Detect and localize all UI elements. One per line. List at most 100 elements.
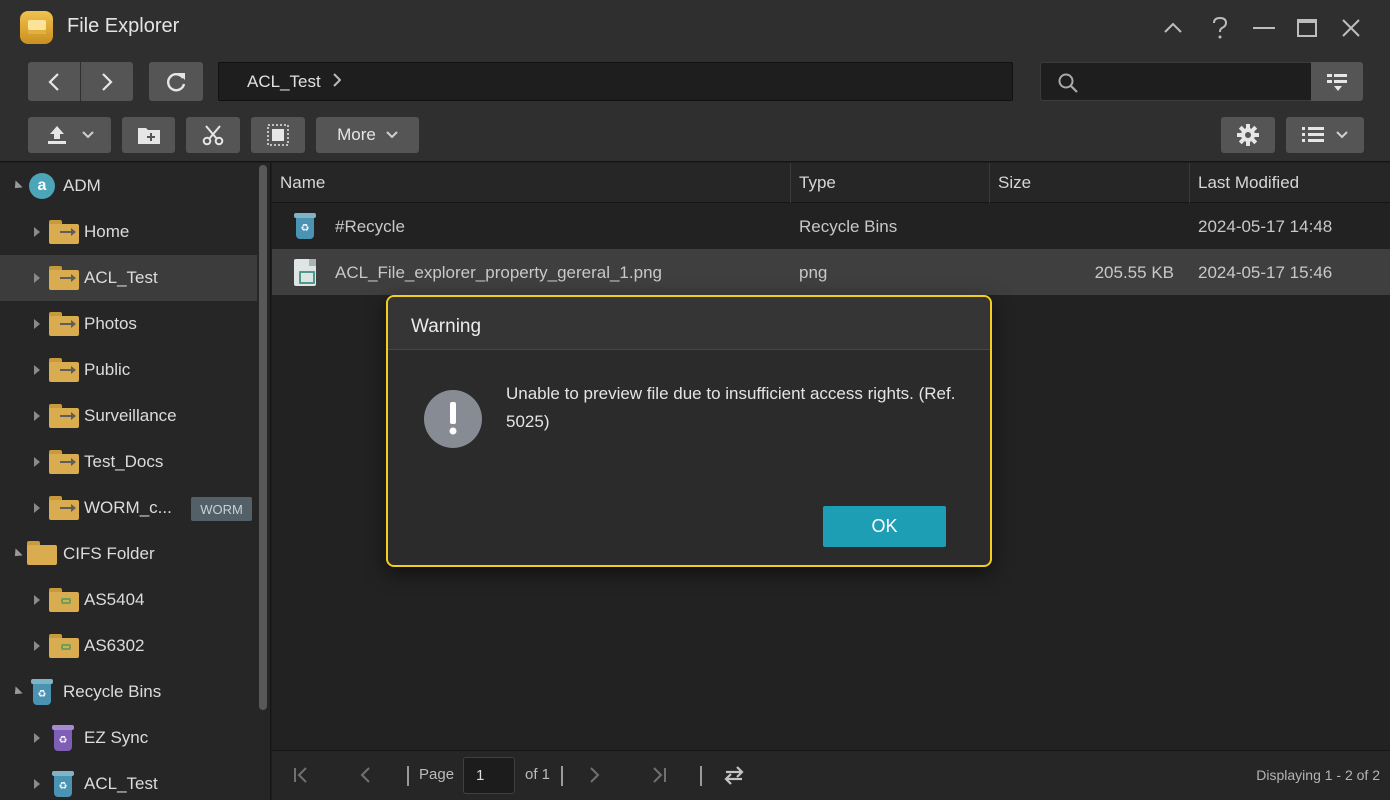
next-page-icon[interactable] [588, 766, 602, 788]
chevron-down-icon [386, 131, 398, 139]
network-folder-icon [49, 588, 79, 612]
maximize-icon[interactable] [1294, 14, 1320, 42]
exclamation-warning-icon [424, 390, 482, 448]
folder-icon [49, 404, 79, 428]
refresh-button[interactable] [149, 62, 203, 101]
tree-item-label: Public [84, 360, 131, 379]
dialog-title: Warning [411, 316, 482, 337]
toolbar: ACL_Test More [0, 56, 1390, 162]
column-header-name[interactable]: Name [272, 163, 791, 203]
worm-badge: WORM [191, 497, 252, 521]
collapse-arrow-icon[interactable] [34, 227, 40, 237]
column-header-size[interactable]: Size [990, 163, 1190, 203]
close-icon[interactable] [1338, 14, 1364, 42]
upload-button[interactable] [28, 117, 111, 153]
tree-item-home[interactable]: Home [0, 209, 257, 255]
tree-item-label: ACL_Test [84, 268, 158, 287]
collapse-arrow-icon[interactable] [34, 411, 40, 421]
list-view-icon [1302, 127, 1324, 142]
network-folder-icon [49, 634, 79, 658]
collapse-arrow-icon[interactable] [34, 503, 40, 513]
warning-dialog: Warning Unable to preview file due to in… [386, 295, 992, 567]
tree-item-label: CIFS Folder [63, 544, 155, 563]
tree-item-cifs-folder[interactable]: CIFS Folder [0, 531, 257, 577]
back-button[interactable] [28, 62, 80, 101]
tree-item-label: Recycle Bins [63, 682, 162, 701]
collapse-chevron-up-icon[interactable] [1160, 14, 1186, 42]
recycle-bin-purple-icon: ♻ [52, 725, 74, 751]
file-explorer-app-icon [20, 11, 53, 44]
search-input[interactable] [1089, 69, 1304, 95]
tree-item-as5404[interactable]: AS5404 [0, 577, 257, 623]
refresh-swap-icon[interactable] [723, 764, 745, 790]
column-header-last-modified[interactable]: Last Modified [1190, 163, 1390, 203]
scissors-icon [202, 125, 224, 146]
tree-item-as6302[interactable]: AS6302 [0, 623, 257, 669]
tree-item-recycle-bins[interactable]: ♻ Recycle Bins [0, 669, 257, 715]
tree-item-acl-test[interactable]: ACL_Test [0, 255, 257, 301]
page-label: Page [419, 766, 455, 783]
chevron-down-icon [81, 131, 94, 139]
collapse-arrow-icon[interactable] [34, 457, 40, 467]
tree-item-label: Surveillance [84, 406, 177, 425]
cifs-folder-icon [27, 541, 57, 565]
sidebar-scrollbar[interactable] [259, 165, 267, 710]
tree-item-public[interactable]: Public [0, 347, 257, 393]
advanced-search-button[interactable] [1311, 62, 1363, 101]
settings-button[interactable] [1221, 117, 1275, 153]
tree-item-test-docs[interactable]: Test_Docs [0, 439, 257, 485]
collapse-arrow-icon[interactable] [34, 779, 40, 789]
tree-item-surveillance[interactable]: Surveillance [0, 393, 257, 439]
minimize-icon[interactable] [1251, 14, 1277, 42]
file-name: ACL_File_explorer_property_gereral_1.png [335, 263, 662, 282]
filter-list-icon [1327, 73, 1347, 91]
image-file-icon [294, 259, 316, 286]
column-header-type[interactable]: Type [791, 163, 990, 203]
collapse-arrow-icon[interactable] [34, 273, 40, 283]
column-header-row: Name Type Size Last Modified [272, 163, 1390, 203]
chevron-down-icon [1336, 131, 1348, 139]
expand-arrow-icon[interactable] [11, 180, 23, 192]
page-of-label: of 1 [525, 766, 551, 783]
breadcrumb-current-folder[interactable]: ACL_Test [247, 72, 321, 92]
tree-item-worm[interactable]: WORM_c... WORM [0, 485, 257, 531]
tree-item-label: AS6302 [84, 636, 145, 655]
table-row[interactable]: ACL_File_explorer_property_gereral_1.png… [272, 249, 1390, 295]
tree-item-acl-test-bin[interactable]: ♻ ACL_Test [0, 761, 257, 800]
file-type: Recycle Bins [799, 217, 898, 236]
last-page-icon[interactable] [650, 766, 668, 788]
select-all-button[interactable] [251, 117, 305, 153]
file-size: 205.55 KB [1094, 263, 1174, 282]
expand-arrow-icon[interactable] [11, 686, 23, 698]
adm-icon: a [29, 173, 55, 199]
cut-button[interactable] [186, 117, 240, 153]
path-breadcrumb[interactable]: ACL_Test [218, 62, 1013, 101]
tree-item-adm[interactable]: a ADM [0, 163, 257, 209]
ok-button[interactable]: OK [823, 506, 946, 547]
tree-item-label: Photos [84, 314, 137, 333]
first-page-icon[interactable] [292, 766, 310, 788]
collapse-arrow-icon[interactable] [34, 641, 40, 651]
table-row[interactable]: ♻ #Recycle Recycle Bins 2024-05-17 14:48 [272, 203, 1390, 249]
collapse-arrow-icon[interactable] [34, 365, 40, 375]
expand-arrow-icon[interactable] [11, 548, 23, 560]
tree-item-label: EZ Sync [84, 728, 149, 747]
new-folder-button[interactable] [122, 117, 175, 153]
collapse-arrow-icon[interactable] [34, 733, 40, 743]
view-mode-button[interactable] [1286, 117, 1364, 153]
folder-icon [49, 220, 79, 244]
recycle-bin-icon: ♻ [31, 679, 53, 705]
chevron-right-icon [102, 72, 113, 91]
forward-button[interactable] [81, 62, 133, 101]
help-icon[interactable] [1207, 14, 1233, 42]
collapse-arrow-icon[interactable] [34, 595, 40, 605]
file-modified: 2024-05-17 14:48 [1198, 217, 1333, 236]
pagination-bar: Page of 1 Displaying 1 - 2 of 2 [272, 750, 1390, 800]
page-number-input[interactable] [463, 757, 515, 794]
tree-item-photos[interactable]: Photos [0, 301, 257, 347]
previous-page-icon[interactable] [358, 766, 372, 788]
tree-item-ez-sync[interactable]: ♻ EZ Sync [0, 715, 257, 761]
collapse-arrow-icon[interactable] [34, 319, 40, 329]
more-menu-button[interactable]: More [316, 117, 419, 153]
dialog-header: Warning [388, 297, 990, 350]
